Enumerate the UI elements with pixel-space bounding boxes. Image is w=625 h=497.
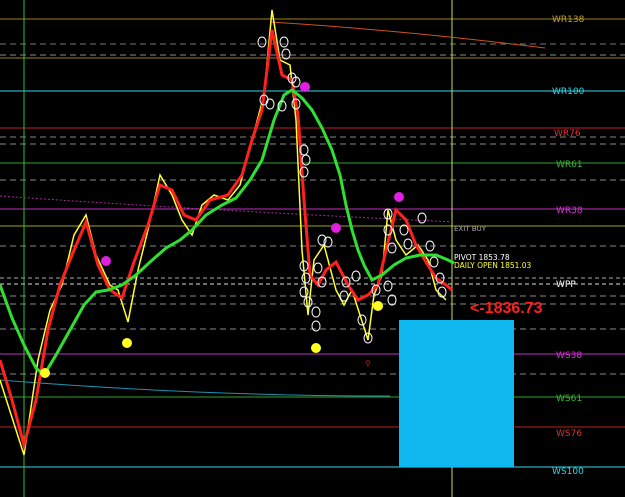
level-label-wr61: WR61 bbox=[556, 160, 583, 170]
yellow-dot bbox=[311, 343, 321, 353]
current-price-marker: <-1836.73 bbox=[470, 300, 543, 317]
yellow-dot bbox=[122, 338, 132, 348]
level-label-wr76: WR76 bbox=[554, 129, 581, 139]
level-label-wr38: WR38 bbox=[556, 206, 583, 216]
target-box bbox=[399, 320, 514, 467]
daily-open-label: DAILY OPEN 1851.03 bbox=[454, 261, 532, 270]
level-label-ws76: WS76 bbox=[556, 429, 582, 439]
magenta-dot bbox=[300, 82, 310, 92]
magenta-dot bbox=[101, 256, 111, 266]
level-label-ws100: WS100 bbox=[552, 467, 584, 477]
exit-buy-label: EXIT BUY bbox=[454, 225, 487, 233]
yellow-dot bbox=[373, 301, 383, 311]
magenta-dot bbox=[394, 192, 404, 202]
small-red-marker: ⚲ bbox=[365, 359, 371, 368]
level-label-wr138: WR138 bbox=[552, 15, 585, 25]
level-label-wpp: WPP bbox=[556, 280, 576, 290]
yellow-dot bbox=[40, 368, 50, 378]
level-label-ws61: WS61 bbox=[556, 394, 582, 404]
level-label-ws38: WS38 bbox=[556, 351, 582, 361]
price-chart[interactable]: ⚲ WR138 WR100 WR76 WR61 WR38 WPP WS38 WS… bbox=[0, 0, 625, 497]
magenta-dot bbox=[331, 223, 341, 233]
level-label-wr100: WR100 bbox=[552, 87, 585, 97]
